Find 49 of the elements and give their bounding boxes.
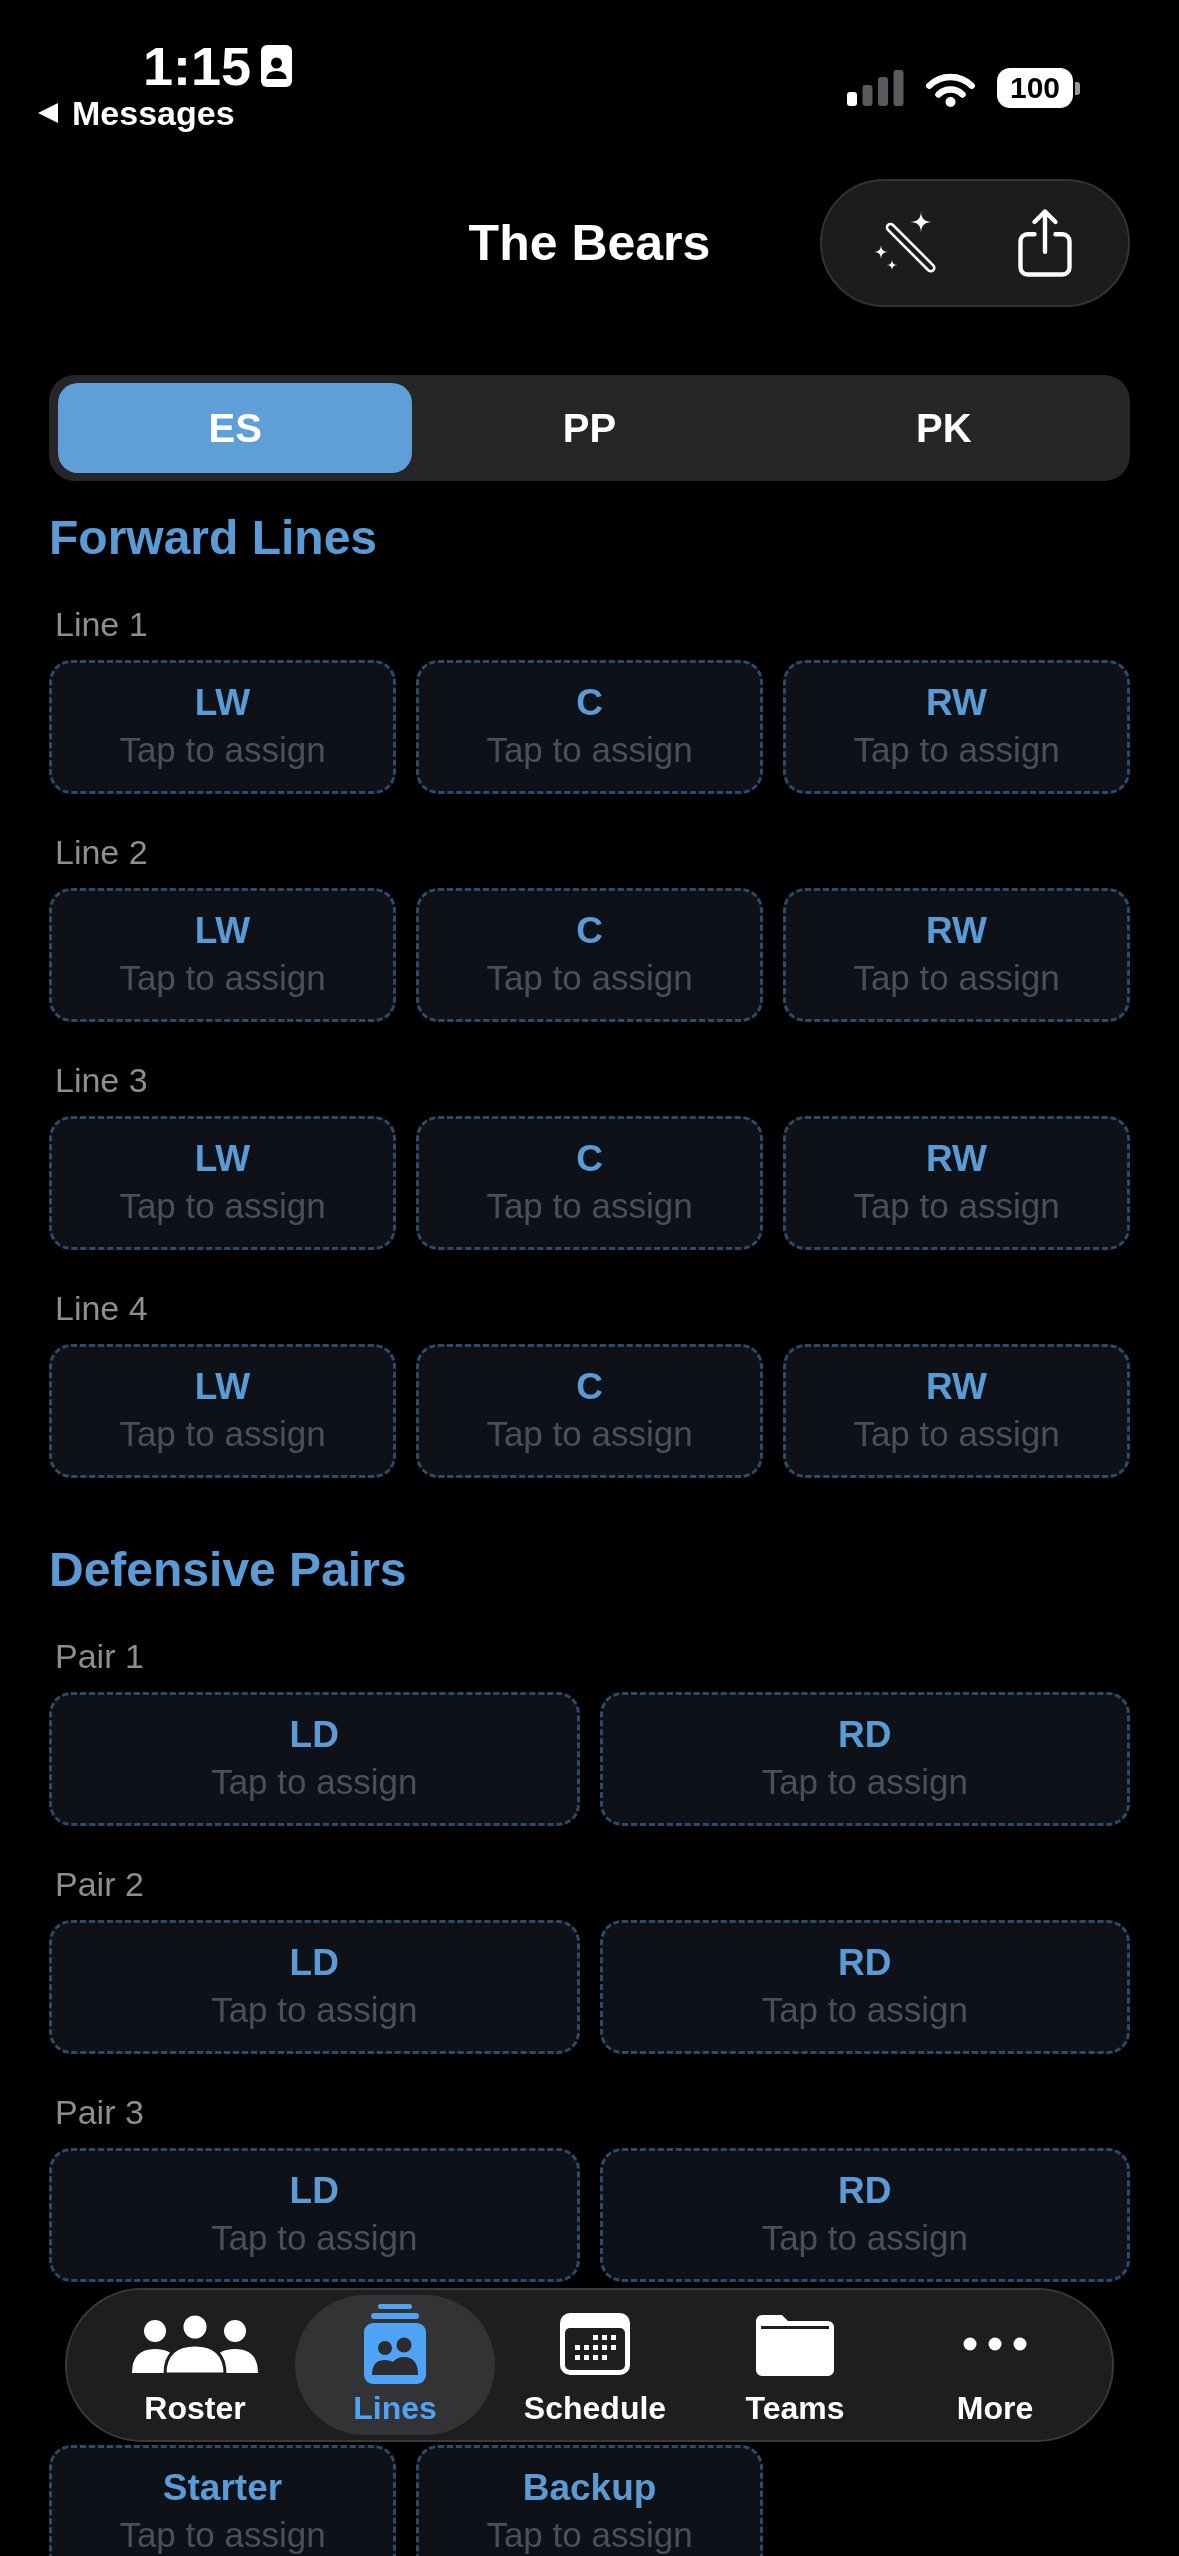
assign-slot[interactable]: LW Tap to assign: [49, 1116, 396, 1250]
assign-slot[interactable]: Backup Tap to assign: [416, 2445, 763, 2556]
assign-slot[interactable]: LW Tap to assign: [49, 660, 396, 794]
tab-bar-item[interactable]: Teams: [695, 2295, 895, 2435]
segment-tab[interactable]: PP: [412, 383, 767, 473]
status-time: 1:15: [143, 36, 252, 96]
tab-bar-item[interactable]: Lines: [295, 2295, 495, 2435]
assign-slot[interactable]: RW Tap to assign: [783, 888, 1130, 1022]
assign-slot[interactable]: C Tap to assign: [416, 660, 763, 794]
id-badge-icon: [261, 45, 293, 87]
assign-slot[interactable]: LD Tap to assign: [49, 2148, 580, 2282]
tab-bar-item[interactable]: Roster: [95, 2295, 295, 2435]
folder-icon: [756, 2312, 834, 2376]
battery-indicator: 100: [997, 68, 1080, 108]
back-link[interactable]: Messages: [38, 96, 235, 130]
more-icon: [963, 2337, 1027, 2351]
tab-bar-item[interactable]: More: [895, 2295, 1095, 2435]
group-label: Line 2: [55, 832, 149, 872]
assign-slot[interactable]: C Tap to assign: [416, 1116, 763, 1250]
group-label: Line 4: [55, 1288, 149, 1328]
assign-slot[interactable]: C Tap to assign: [416, 888, 763, 1022]
assign-slot[interactable]: RW Tap to assign: [783, 660, 1130, 794]
assign-slot[interactable]: C Tap to assign: [416, 1344, 763, 1478]
group-label: Line 1: [55, 604, 149, 644]
team-title: The Bears: [468, 214, 711, 273]
assign-slot[interactable]: LW Tap to assign: [49, 1344, 396, 1478]
assign-slot[interactable]: RD Tap to assign: [599, 1692, 1130, 1826]
section-heading: Forward Lines: [49, 510, 379, 566]
assign-slot[interactable]: LD Tap to assign: [49, 1920, 580, 2054]
group-label: Line 3: [55, 1060, 149, 1100]
tab-bar-item[interactable]: Schedule: [495, 2295, 695, 2435]
group-label: Pair 2: [55, 1864, 145, 1904]
segment-tab[interactable]: PK: [766, 383, 1121, 473]
calendar-icon: [560, 2313, 630, 2375]
assign-slot[interactable]: RD Tap to assign: [599, 1920, 1130, 2054]
assign-slot[interactable]: LW Tap to assign: [49, 888, 396, 1022]
assign-slot[interactable]: Starter Tap to assign: [49, 2445, 396, 2556]
people-group-icon: [131, 2313, 259, 2375]
people-card-icon: [364, 2304, 426, 2384]
assign-slot[interactable]: LD Tap to assign: [49, 1692, 580, 1826]
signal-icon: [847, 70, 904, 106]
group-label: Pair 3: [55, 2092, 145, 2132]
assign-slot[interactable]: RD Tap to assign: [599, 2148, 1130, 2282]
back-icon: [38, 103, 58, 123]
assign-slot[interactable]: RW Tap to assign: [783, 1116, 1130, 1250]
section-heading: Defensive Pairs: [49, 1542, 408, 1598]
share-icon: [1016, 208, 1073, 278]
group-label: Pair 1: [55, 1636, 145, 1676]
assign-slot[interactable]: RW Tap to assign: [783, 1344, 1130, 1478]
